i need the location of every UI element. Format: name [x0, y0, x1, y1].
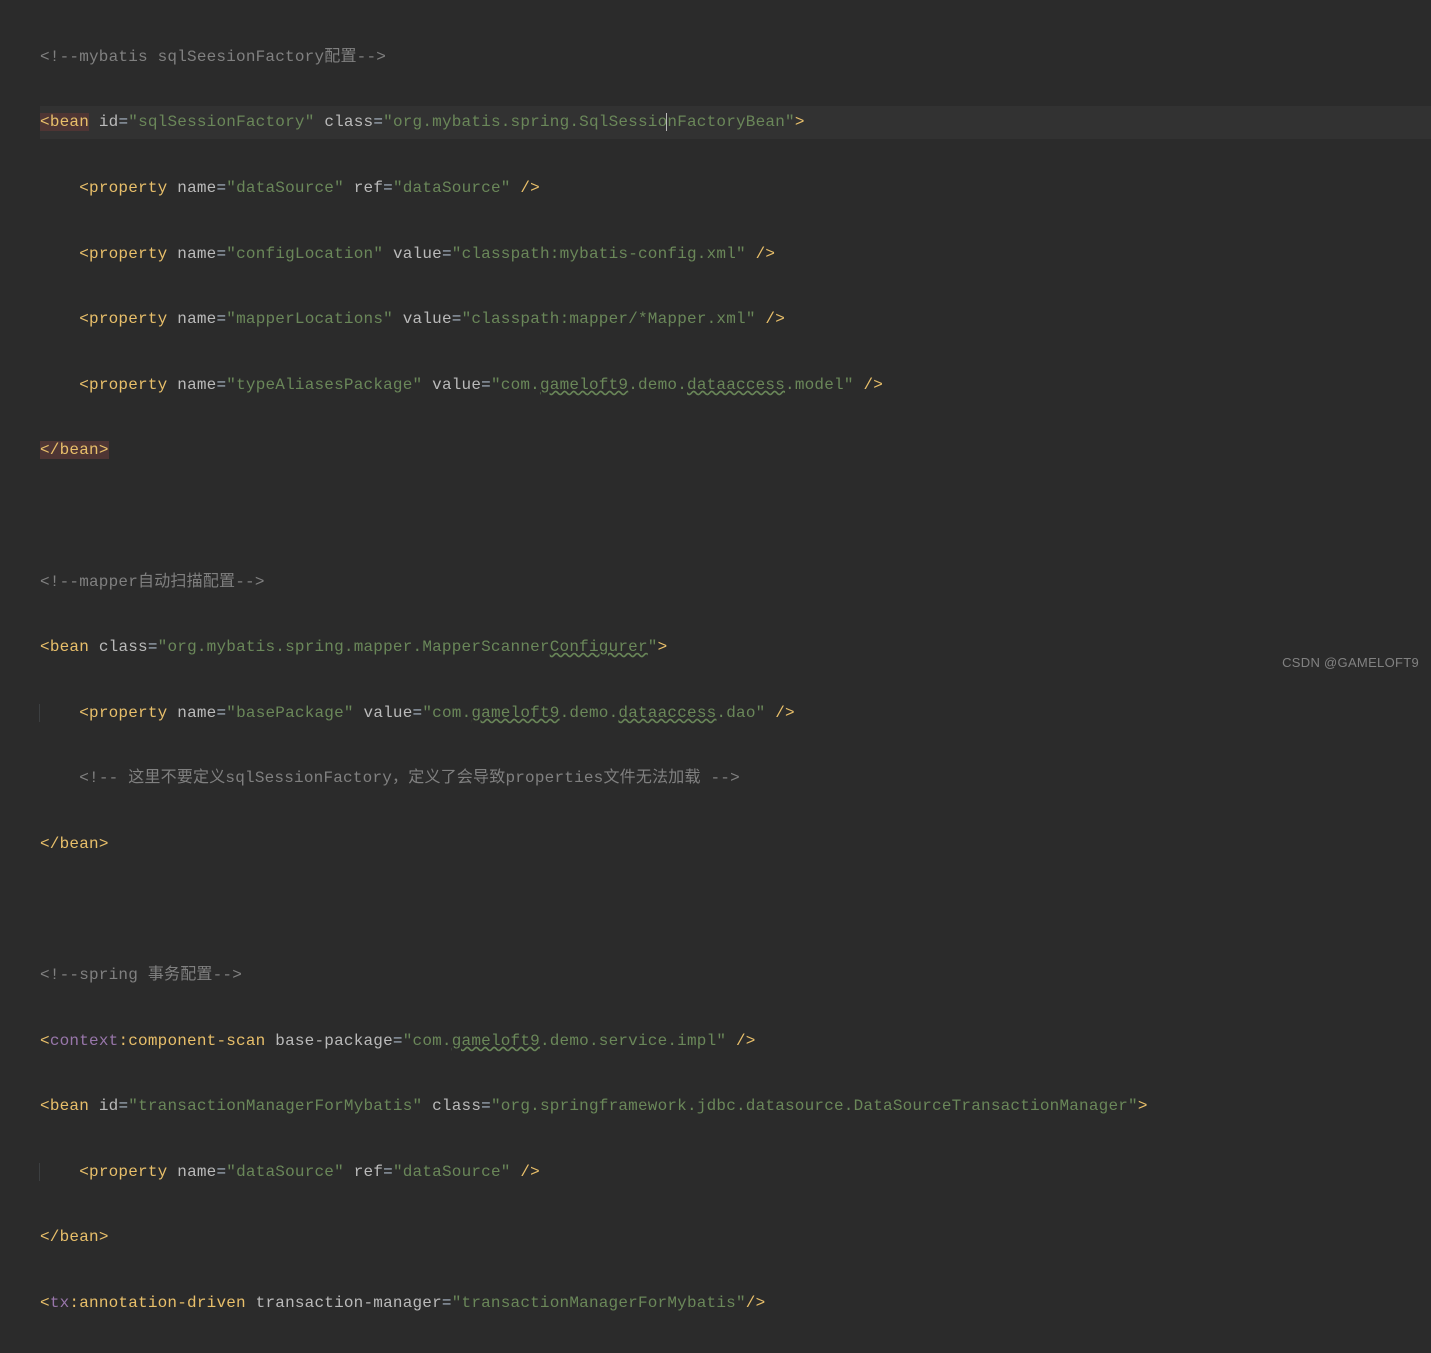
- code-line: <tx:annotation-driven transaction-manage…: [40, 1287, 1431, 1320]
- code-line: </bean>: [40, 1221, 1431, 1254]
- code-line-cursor: <bean id="sqlSessionFactory" class="org.…: [40, 106, 1431, 139]
- code-line: <!-- 这里不要定义sqlSessionFactory，定义了会导致prope…: [40, 762, 1431, 795]
- code-line: <!--spring 事务配置-->: [40, 959, 1431, 992]
- code-line: <!--mybatis sqlSeesionFactory配置-->: [40, 41, 1431, 74]
- code-line: <context:component-scan base-package="co…: [40, 1025, 1431, 1058]
- code-line: <property name="typeAliasesPackage" valu…: [40, 369, 1431, 402]
- code-line: </bean>: [40, 434, 1431, 467]
- code-line: <property name="mapperLocations" value="…: [40, 303, 1431, 336]
- code-line: <bean class="org.mybatis.spring.mapper.M…: [40, 631, 1431, 664]
- code-line-blank: [40, 500, 1431, 533]
- code-line-blank: [40, 894, 1431, 927]
- code-line: <property name="dataSource" ref="dataSou…: [40, 1156, 1431, 1189]
- code-line: <!--mapper自动扫描配置-->: [40, 566, 1431, 599]
- code-line: <bean id="transactionManagerForMybatis" …: [40, 1090, 1431, 1123]
- code-line: <property name="basePackage" value="com.…: [40, 697, 1431, 730]
- code-line: <property name="configLocation" value="c…: [40, 238, 1431, 271]
- code-editor[interactable]: <!--mybatis sqlSeesionFactory配置--> <bean…: [0, 0, 1431, 1353]
- watermark-text: CSDN @GAMELOFT9: [1282, 650, 1419, 677]
- code-line: </bean>: [40, 828, 1431, 861]
- code-line: <property name="dataSource" ref="dataSou…: [40, 172, 1431, 205]
